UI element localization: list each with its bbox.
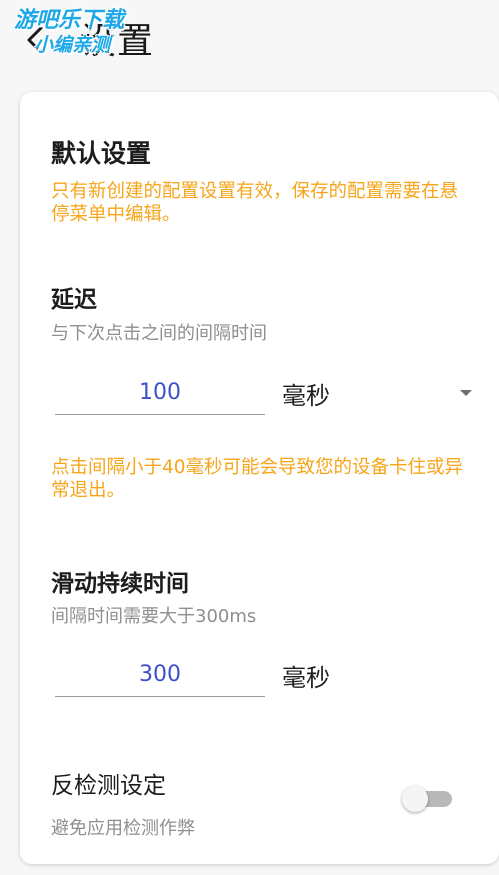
delay-input[interactable] — [55, 370, 265, 415]
page-title: 设置 — [80, 21, 155, 62]
delay-unit-label: 毫秒 — [282, 382, 330, 410]
back-button[interactable] — [14, 18, 58, 62]
default-settings-title: 默认设置 — [51, 139, 152, 168]
top-bar: 设置 游吧乐下载 小编亲测 — [0, 0, 499, 80]
dropdown-arrow-icon — [460, 390, 472, 396]
swipe-duration-unit: 毫秒 — [282, 664, 330, 692]
default-settings-warning: 只有新创建的配置设置有效，保存的配置需要在悬停菜单中编辑。 — [51, 181, 459, 225]
anti-detection-toggle[interactable] — [402, 786, 454, 812]
settings-page: 设置 游吧乐下载 小编亲测 默认设置 只有新创建的配置设置有效，保存的配置需要在… — [0, 0, 499, 875]
chevron-left-icon — [27, 26, 43, 54]
anti-detection-title: 反检测设定 — [51, 773, 166, 799]
toggle-thumb — [402, 786, 428, 812]
anti-detection-description: 避免应用检测作弊 — [51, 818, 195, 839]
delay-title: 延迟 — [51, 287, 97, 313]
settings-card: 默认设置 只有新创建的配置设置有效，保存的配置需要在悬停菜单中编辑。 延迟 与下… — [20, 92, 499, 864]
swipe-duration-input[interactable] — [55, 652, 265, 697]
swipe-duration-description: 间隔时间需要大于300ms — [51, 606, 257, 627]
delay-warning: 点击间隔小于40毫秒可能会导致您的设备卡住或异常退出。 — [51, 457, 464, 501]
delay-description: 与下次点击之间的间隔时间 — [51, 323, 267, 344]
delay-unit-dropdown[interactable]: 毫秒 — [282, 372, 482, 416]
swipe-duration-title: 滑动持续时间 — [51, 571, 189, 597]
